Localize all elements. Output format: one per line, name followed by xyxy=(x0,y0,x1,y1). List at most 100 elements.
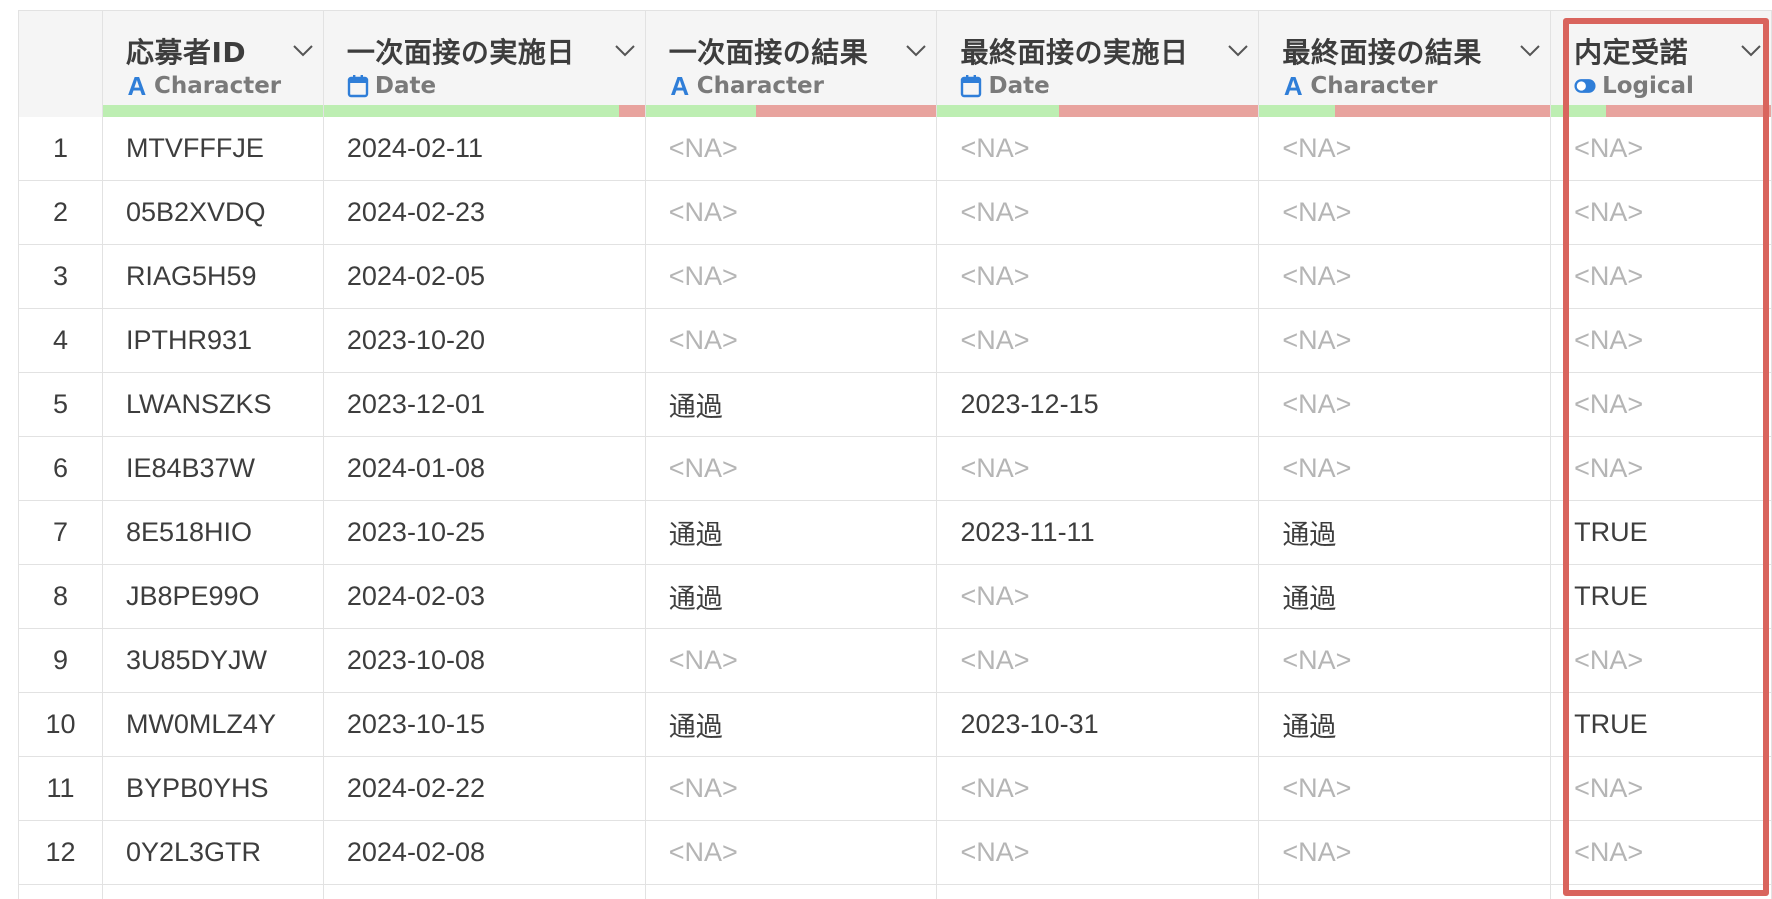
cell-first-interview-result[interactable]: 通過 xyxy=(645,693,937,757)
cell-final-interview-date[interactable]: <NA> xyxy=(937,181,1259,245)
cell-applicant-id[interactable]: 3U85DYJW xyxy=(102,629,323,693)
cell-first-interview-date[interactable]: 2024-02-08 xyxy=(323,821,645,885)
cell-final-interview-date[interactable]: <NA> xyxy=(937,117,1259,181)
cell-offer-accepted[interactable]: <NA> xyxy=(1551,373,1772,437)
cell-final-interview-result[interactable]: 通過 xyxy=(1259,693,1551,757)
table-row[interactable]: 11BYPB0YHS2024-02-22<NA><NA><NA><NA> xyxy=(19,757,1772,821)
table-row[interactable]: 1MTVFFFJE2024-02-11<NA><NA><NA><NA> xyxy=(19,117,1772,181)
cell-offer-accepted[interactable]: <NA> xyxy=(1551,629,1772,693)
cell-final-interview-result[interactable]: <NA> xyxy=(1259,629,1551,693)
cell-final-interview-result[interactable]: <NA> xyxy=(1259,757,1551,821)
table-row[interactable]: 10MW0MLZ4Y2023-10-15通過2023-10-31通過TRUE xyxy=(19,693,1772,757)
chevron-down-icon[interactable] xyxy=(1228,45,1242,59)
row-number: 1 xyxy=(19,117,103,181)
cell-final-interview-result[interactable]: 通過 xyxy=(1259,565,1551,629)
cell-first-interview-result[interactable]: <NA> xyxy=(645,437,937,501)
column-header-offer-accepted[interactable]: 内定受諾Logical xyxy=(1551,11,1772,118)
table-row[interactable]: 93U85DYJW2023-10-08<NA><NA><NA><NA> xyxy=(19,629,1772,693)
column-header-first-interview-date[interactable]: 一次面接の実施日Date xyxy=(323,11,645,118)
cell-final-interview-result[interactable]: <NA> xyxy=(1259,245,1551,309)
cell-first-interview-result[interactable]: <NA> xyxy=(645,629,937,693)
cell-applicant-id[interactable]: IPTHR931 xyxy=(102,309,323,373)
chevron-down-icon[interactable] xyxy=(1741,45,1755,59)
chevron-down-icon[interactable] xyxy=(293,45,307,59)
cell-offer-accepted[interactable]: <NA> xyxy=(1551,117,1772,181)
cell-final-interview-date[interactable]: <NA> xyxy=(937,565,1259,629)
row-index-header xyxy=(19,11,103,118)
cell-offer-accepted[interactable]: TRUE xyxy=(1551,565,1772,629)
cell-final-interview-date[interactable]: <NA> xyxy=(937,245,1259,309)
cell-first-interview-result[interactable]: <NA> xyxy=(645,821,937,885)
cell-offer-accepted[interactable]: <NA> xyxy=(1551,309,1772,373)
cell-final-interview-result[interactable]: <NA> xyxy=(1259,117,1551,181)
cell-applicant-id[interactable]: JB8PE99O xyxy=(102,565,323,629)
cell-first-interview-date[interactable]: 2024-01-08 xyxy=(323,437,645,501)
cell-first-interview-date[interactable]: 2024-02-11 xyxy=(323,117,645,181)
cell-applicant-id[interactable]: IE84B37W xyxy=(102,437,323,501)
cell-final-interview-date[interactable]: 2023-12-15 xyxy=(937,373,1259,437)
cell-first-interview-date[interactable]: 2023-12-01 xyxy=(323,373,645,437)
cell-first-interview-date[interactable]: 2024-02-23 xyxy=(323,181,645,245)
cell-offer-accepted[interactable]: <NA> xyxy=(1551,821,1772,885)
cell-final-interview-date[interactable]: 2023-11-11 xyxy=(937,501,1259,565)
column-header-first-interview-result[interactable]: 一次面接の結果ACharacter xyxy=(645,11,937,118)
cell-applicant-id[interactable]: 8E518HIO xyxy=(102,501,323,565)
cell-final-interview-result[interactable]: <NA> xyxy=(1259,821,1551,885)
cell-final-interview-result[interactable]: <NA> xyxy=(1259,181,1551,245)
column-header-final-interview-date[interactable]: 最終面接の実施日Date xyxy=(937,11,1259,118)
cell-applicant-id[interactable]: RIAG5H59 xyxy=(102,245,323,309)
cell-final-interview-result[interactable]: <NA> xyxy=(1259,373,1551,437)
cell-first-interview-result[interactable]: <NA> xyxy=(645,245,937,309)
cell-first-interview-date[interactable]: 2024-02-03 xyxy=(323,565,645,629)
column-header-final-interview-result[interactable]: 最終面接の結果ACharacter xyxy=(1259,11,1551,118)
cell-offer-accepted[interactable]: TRUE xyxy=(1551,501,1772,565)
cell-first-interview-date[interactable]: 2023-10-08 xyxy=(323,629,645,693)
cell-first-interview-result[interactable]: <NA> xyxy=(645,181,937,245)
column-type-label: Character xyxy=(1310,73,1437,99)
table-row[interactable]: 205B2XVDQ2024-02-23<NA><NA><NA><NA> xyxy=(19,181,1772,245)
cell-first-interview-date[interactable]: 2024-02-05 xyxy=(323,245,645,309)
cell-offer-accepted[interactable]: <NA> xyxy=(1551,245,1772,309)
table-row[interactable]: 3RIAG5H592024-02-05<NA><NA><NA><NA> xyxy=(19,245,1772,309)
cell-offer-accepted[interactable]: <NA> xyxy=(1551,437,1772,501)
table-row[interactable]: 5LWANSZKS2023-12-01通過2023-12-15<NA><NA> xyxy=(19,373,1772,437)
cell-final-interview-result[interactable]: 通過 xyxy=(1259,501,1551,565)
cell-final-interview-date[interactable]: <NA> xyxy=(937,309,1259,373)
cell-first-interview-date[interactable]: 2023-10-25 xyxy=(323,501,645,565)
chevron-down-icon[interactable] xyxy=(906,45,920,59)
table-row[interactable]: 4IPTHR9312023-10-20<NA><NA><NA><NA> xyxy=(19,309,1772,373)
cell-first-interview-date[interactable]: 2023-10-20 xyxy=(323,309,645,373)
cell-offer-accepted[interactable]: TRUE xyxy=(1551,693,1772,757)
cell-final-interview-date[interactable]: 2023-10-31 xyxy=(937,693,1259,757)
cell-final-interview-date[interactable]: <NA> xyxy=(937,757,1259,821)
cell-first-interview-result[interactable]: 通過 xyxy=(645,501,937,565)
cell-first-interview-result[interactable]: <NA> xyxy=(645,309,937,373)
cell-offer-accepted[interactable]: <NA> xyxy=(1551,757,1772,821)
cell-first-interview-date[interactable]: 2023-10-15 xyxy=(323,693,645,757)
table-row[interactable]: 8JB8PE99O2024-02-03通過<NA>通過TRUE xyxy=(19,565,1772,629)
table-row[interactable]: 78E518HIO2023-10-25通過2023-11-11通過TRUE xyxy=(19,501,1772,565)
cell-applicant-id[interactable]: BYPB0YHS xyxy=(102,757,323,821)
cell-applicant-id[interactable]: 0Y2L3GTR xyxy=(102,821,323,885)
cell-first-interview-result[interactable]: <NA> xyxy=(645,117,937,181)
chevron-down-icon[interactable] xyxy=(615,45,629,59)
cell-applicant-id[interactable]: MW0MLZ4Y xyxy=(102,693,323,757)
cell-applicant-id[interactable]: LWANSZKS xyxy=(102,373,323,437)
table-row[interactable]: 120Y2L3GTR2024-02-08<NA><NA><NA><NA> xyxy=(19,821,1772,885)
cell-final-interview-date[interactable]: <NA> xyxy=(937,629,1259,693)
table-row[interactable]: 6IE84B37W2024-01-08<NA><NA><NA><NA> xyxy=(19,437,1772,501)
cell-first-interview-result[interactable]: <NA> xyxy=(645,757,937,821)
cell-applicant-id[interactable]: 05B2XVDQ xyxy=(102,181,323,245)
chevron-down-icon[interactable] xyxy=(1520,45,1534,59)
cell-final-interview-result[interactable]: <NA> xyxy=(1259,437,1551,501)
cell-offer-accepted[interactable]: <NA> xyxy=(1551,181,1772,245)
cell-final-interview-date[interactable]: <NA> xyxy=(937,821,1259,885)
cell-final-interview-result[interactable]: <NA> xyxy=(1259,309,1551,373)
cell-first-interview-result[interactable]: 通過 xyxy=(645,565,937,629)
cell-first-interview-result[interactable]: 通過 xyxy=(645,373,937,437)
cell-final-interview-date[interactable]: <NA> xyxy=(937,437,1259,501)
valid-ratio-segment xyxy=(1551,105,1606,117)
cell-applicant-id[interactable]: MTVFFFJE xyxy=(102,117,323,181)
cell-first-interview-date[interactable]: 2024-02-22 xyxy=(323,757,645,821)
column-header-applicant-id[interactable]: 応募者IDACharacter xyxy=(102,11,323,118)
